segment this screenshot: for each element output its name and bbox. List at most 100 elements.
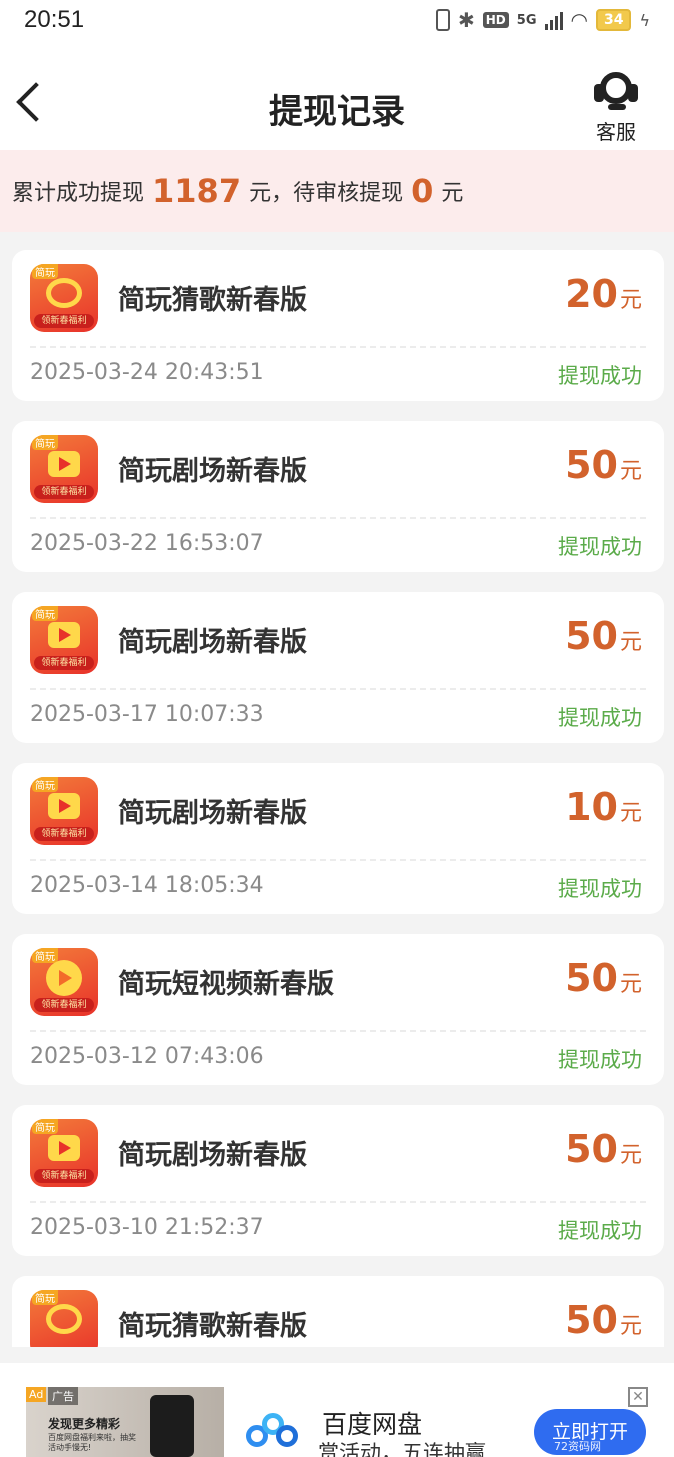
ad-thumb-text: 百度网盘福利来啦，抽奖活动手慢无! (48, 1433, 136, 1452)
app-icon-tag: 简玩 (32, 435, 58, 450)
record-time: 2025-03-12 07:43:06 (30, 1044, 264, 1069)
signal-icon (544, 10, 563, 30)
record-amount: 20元 (565, 272, 642, 316)
ad-tag: Ad (26, 1387, 47, 1402)
record-app-name: 简玩剧场新春版 (118, 456, 307, 487)
record-time: 2025-03-17 10:07:33 (30, 702, 264, 727)
record-amount-unit: 元 (619, 630, 642, 655)
ad-thumb-headline: 发现更多精彩 (48, 1417, 121, 1431)
summary-middle: 元，待审核提现 (249, 181, 404, 206)
page-title: 提现记录 (269, 92, 405, 132)
header: 提现记录 客服 (0, 40, 674, 150)
record-amount: 50元 (565, 614, 642, 658)
ad-thumbnail[interactable]: Ad 广告 发现更多精彩 百度网盘福利来啦，抽奖活动手慢无! (26, 1387, 224, 1457)
record-app-name: 简玩猜歌新春版 (118, 1311, 307, 1342)
record-amount-unit: 元 (619, 1314, 642, 1339)
music-disc-icon: 简玩 领新春福利 (30, 264, 98, 332)
record-card[interactable]: 简玩 领新春福利 简玩短视频新春版 50元 2025-03-12 07:43:0… (12, 934, 664, 1085)
record-status: 提现成功 (558, 706, 642, 730)
watermark: 72资码网 www.72zmw.com (554, 1440, 649, 1457)
video-play-icon: 简玩 领新春福利 (30, 606, 98, 674)
headset-icon (594, 70, 638, 114)
record-amount-value: 50 (565, 1298, 618, 1342)
record-card[interactable]: 简玩 领新春福利 简玩剧场新春版 50元 2025-03-17 10:07:33… (12, 592, 664, 743)
record-card[interactable]: 简玩 领新春福利 简玩剧场新春版 10元 2025-03-14 18:05:34… (12, 763, 664, 914)
app-icon-ribbon: 领新春福利 (34, 998, 94, 1012)
record-status: 提现成功 (558, 1048, 642, 1072)
short-video-icon: 简玩 领新春福利 (30, 948, 98, 1016)
record-card[interactable]: 简玩 领新春福利 简玩剧场新春版 50元 2025-03-10 21:52:37… (12, 1105, 664, 1256)
record-amount: 50元 (565, 443, 642, 487)
bluetooth-icon: ✱ (458, 8, 475, 32)
record-divider (30, 517, 646, 519)
summary-suffix: 元 (441, 181, 464, 206)
app-icon-tag: 简玩 (32, 264, 58, 279)
record-divider (30, 1030, 646, 1032)
app-icon-ribbon: 领新春福利 (34, 656, 94, 670)
record-time: 2025-03-22 16:53:07 (30, 531, 264, 556)
ad-close-icon[interactable]: ✕ (628, 1387, 648, 1407)
network-type: 5G (516, 12, 537, 28)
record-status: 提现成功 (558, 1219, 642, 1243)
app-icon-tag: 简玩 (32, 1119, 58, 1134)
video-play-icon: 简玩 领新春福利 (30, 1119, 98, 1187)
record-card[interactable]: 简玩 领新春福利 简玩猜歌新春版 20元 2025-03-24 20:43:51… (12, 250, 664, 401)
ad-description: 赏活动，五连抽赢 (318, 1441, 486, 1457)
baidu-netdisk-logo-icon (246, 1413, 300, 1453)
record-time: 2025-03-10 21:52:37 (30, 1215, 264, 1240)
record-amount-unit: 元 (619, 288, 642, 313)
ad-label: 广告 (48, 1387, 78, 1405)
record-amount: 10元 (565, 785, 642, 829)
app-icon-ribbon: 领新春福利 (34, 827, 94, 841)
summary-pending: 0 (411, 172, 434, 210)
video-play-icon: 简玩 领新春福利 (30, 777, 98, 845)
app-icon-tag: 简玩 (32, 606, 58, 621)
app-icon-tag: 简玩 (32, 777, 58, 792)
record-amount-value: 50 (565, 1127, 618, 1171)
customer-service-button[interactable]: 客服 (588, 70, 644, 145)
phone-image (150, 1395, 194, 1457)
withdraw-record-list[interactable]: 简玩 领新春福利 简玩猜歌新春版 20元 2025-03-24 20:43:51… (12, 250, 664, 1347)
record-card[interactable]: 简玩 简玩猜歌新春版 50元 (12, 1276, 664, 1347)
record-app-name: 简玩剧场新春版 (118, 627, 307, 658)
ad-title: 百度网盘 (322, 1410, 423, 1439)
record-divider (30, 1201, 646, 1203)
video-play-icon: 简玩 领新春福利 (30, 435, 98, 503)
charging-icon: ϟ (639, 10, 650, 30)
record-card[interactable]: 简玩 领新春福利 简玩剧场新春版 50元 2025-03-22 16:53:07… (12, 421, 664, 572)
app-icon-ribbon: 领新春福利 (34, 485, 94, 499)
app-icon-tag: 简玩 (32, 1290, 58, 1305)
record-amount: 50元 (565, 1127, 642, 1171)
app-icon-ribbon: 领新春福利 (34, 1169, 94, 1183)
record-app-name: 简玩猜歌新春版 (118, 285, 307, 316)
record-status: 提现成功 (558, 364, 642, 388)
customer-service-label: 客服 (596, 120, 636, 144)
record-amount-value: 50 (565, 614, 618, 658)
record-amount-value: 50 (565, 443, 618, 487)
record-amount-unit: 元 (619, 801, 642, 826)
record-divider (30, 688, 646, 690)
record-app-name: 简玩剧场新春版 (118, 1140, 307, 1171)
record-status: 提现成功 (558, 877, 642, 901)
app-icon-tag: 简玩 (32, 948, 58, 963)
status-icons: ✱ HD 5G ◠ 34 ϟ (436, 8, 650, 32)
record-amount-unit: 元 (619, 1143, 642, 1168)
record-amount-unit: 元 (619, 459, 642, 484)
record-app-name: 简玩短视频新春版 (118, 969, 334, 1000)
status-bar: 20:51 ✱ HD 5G ◠ 34 ϟ (0, 0, 674, 40)
app-icon-ribbon: 领新春福利 (34, 314, 94, 328)
summary-prefix: 累计成功提现 (12, 181, 145, 206)
record-time: 2025-03-14 18:05:34 (30, 873, 264, 898)
record-amount: 50元 (565, 956, 642, 1000)
record-amount-value: 10 (565, 785, 618, 829)
summary-total: 1187 (152, 172, 242, 210)
music-disc-icon: 简玩 (30, 1290, 98, 1347)
wifi-icon: ◠ (570, 8, 588, 32)
record-status: 提现成功 (558, 535, 642, 559)
hd-icon: HD (482, 12, 509, 28)
vibrate-icon (436, 9, 450, 31)
record-divider (30, 346, 646, 348)
record-divider (30, 859, 646, 861)
record-amount-value: 20 (565, 272, 618, 316)
record-amount-value: 50 (565, 956, 618, 1000)
